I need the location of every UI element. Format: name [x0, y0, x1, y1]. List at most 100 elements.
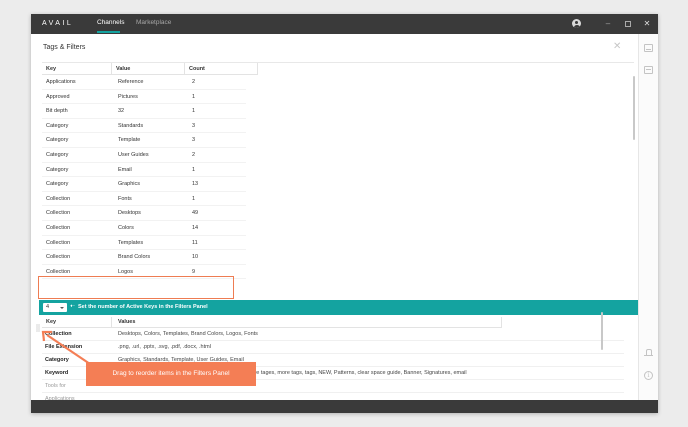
- column-header-values: Values: [112, 317, 502, 328]
- cell-key: Approved: [46, 93, 70, 100]
- cell-key: Collection: [46, 195, 71, 202]
- cell-value: Pictures: [118, 93, 138, 100]
- cell-key: Collection: [46, 254, 71, 261]
- app-logo: AVAIL: [42, 20, 74, 27]
- cell-count: 1: [192, 108, 196, 115]
- filter-key: Category: [45, 357, 69, 363]
- comments-icon[interactable]: [644, 66, 653, 74]
- cell-count: 1: [192, 166, 196, 173]
- active-tab-indicator: [97, 31, 120, 33]
- cell-count: 49: [192, 210, 199, 217]
- column-header-key[interactable]: Key: [42, 63, 112, 75]
- list-item[interactable]: Collection Desktops, Colors, Templates, B…: [42, 328, 624, 341]
- cell-value: 32: [118, 108, 125, 115]
- user-avatar-icon[interactable]: [572, 19, 581, 28]
- cell-value: Fonts: [118, 195, 132, 202]
- filter-key: Tools for: [45, 383, 66, 389]
- app-window: AVAIL Channels Marketplace – ✕ Tags & Fi…: [31, 14, 658, 413]
- cell-key: Bit depth: [46, 108, 68, 115]
- table-row[interactable]: Collection Fonts 1: [42, 192, 634, 207]
- cell-count: 3: [192, 137, 196, 144]
- drag-handle-icon[interactable]: [36, 324, 40, 332]
- table-row[interactable]: Collection Brand Colors 10: [42, 250, 634, 265]
- cell-key: Category: [46, 181, 69, 188]
- table-row[interactable]: Category Standards 3: [42, 119, 634, 134]
- cell-key: Category: [46, 166, 69, 173]
- filter-values: .png, .url, .pptx, .svg, .pdf, .docx, .h…: [118, 344, 211, 350]
- bottom-bar: [31, 400, 658, 413]
- active-keys-highlight: [38, 276, 234, 299]
- cell-count: 1: [192, 93, 196, 100]
- cell-count: 11: [192, 239, 198, 246]
- table-row[interactable]: Applications Reference 2: [42, 75, 634, 90]
- table-row[interactable]: Category Email 1: [42, 163, 634, 178]
- cell-value: Desktops: [118, 210, 141, 217]
- filter-key: Collection: [45, 331, 72, 337]
- table-row[interactable]: Category User Guides 2: [42, 148, 634, 163]
- cell-value: Colors: [118, 224, 134, 231]
- panel-close-icon[interactable]: ✕: [613, 42, 621, 52]
- drag-callout: Drag to reorder items in the Filters Pan…: [86, 362, 256, 386]
- cell-key: Category: [46, 122, 69, 129]
- filter-values: Desktops, Colors, Templates, Brand Color…: [118, 331, 258, 337]
- title-bar: AVAIL Channels Marketplace – ✕: [31, 14, 658, 34]
- tags-table-scrollbar[interactable]: [633, 76, 635, 140]
- column-header-count[interactable]: Count: [185, 63, 258, 75]
- active-keys-table-header: Key Values: [42, 317, 502, 328]
- table-row[interactable]: Approved Pictures 1: [42, 90, 634, 105]
- cell-key: Applications: [46, 79, 76, 85]
- cell-count: 2: [192, 151, 196, 158]
- active-keys-scrollbar[interactable]: [601, 312, 603, 350]
- active-keys-value: 4: [46, 304, 50, 310]
- tab-marketplace[interactable]: Marketplace: [136, 19, 171, 26]
- cell-count: 3: [192, 122, 196, 129]
- maximize-icon[interactable]: [623, 18, 633, 30]
- tags-table-body: Applications Reference 2 Approved Pictures 1 B…: [42, 75, 634, 279]
- table-row[interactable]: Collection Colors 14: [42, 221, 634, 236]
- cell-key: Category: [46, 151, 69, 158]
- arrow-left-icon: 🠠: [70, 304, 76, 310]
- stamp-icon[interactable]: [644, 349, 653, 357]
- active-keys-bar: 4 🠠 Set the number of Active Keys in the…: [39, 300, 638, 315]
- table-row[interactable]: Collection Templates 11: [42, 236, 634, 251]
- cell-key: Collection: [46, 210, 71, 217]
- cell-value: Reference: [118, 79, 144, 85]
- right-sidebar: i: [638, 34, 658, 400]
- table-row[interactable]: Collection Desktops 49: [42, 206, 634, 221]
- cell-value: Template: [118, 137, 141, 144]
- filter-key: File Extension: [45, 344, 83, 350]
- cell-count: 13: [192, 181, 199, 188]
- chevron-down-icon: [60, 306, 64, 309]
- preview-panel-icon[interactable]: [644, 44, 653, 52]
- cell-count: 14: [192, 224, 199, 231]
- tags-table-header: Key Value Count: [42, 63, 258, 75]
- cell-key: Category: [46, 137, 69, 144]
- table-row[interactable]: Bit depth 32 1: [42, 104, 634, 119]
- cell-value: User Guides: [118, 151, 149, 158]
- cell-value: Graphics: [118, 181, 141, 188]
- column-header-value[interactable]: Value: [112, 63, 185, 75]
- cell-key: Collection: [46, 239, 71, 246]
- cell-value: Templates: [118, 239, 144, 246]
- cell-count: 10: [192, 254, 199, 261]
- column-header-key: Key: [42, 317, 112, 328]
- table-row[interactable]: Category Template 3: [42, 133, 634, 148]
- active-keys-select[interactable]: 4: [43, 303, 67, 312]
- info-icon[interactable]: i: [644, 371, 653, 380]
- cell-count: 2: [192, 79, 196, 85]
- tab-channels[interactable]: Channels: [97, 19, 124, 26]
- cell-count: 1: [192, 195, 196, 202]
- minimize-icon[interactable]: –: [603, 18, 613, 30]
- panel-title: Tags & Filters: [43, 44, 86, 51]
- cell-value: Email: [118, 166, 132, 173]
- cell-value: Brand Colors: [118, 254, 151, 261]
- list-item[interactable]: File Extension .png, .url, .pptx, .svg, .…: [42, 341, 624, 354]
- table-row[interactable]: Category Graphics 13: [42, 177, 634, 192]
- active-keys-label: Set the number of Active Keys in the Fil…: [78, 304, 208, 310]
- cell-value: Standards: [118, 122, 144, 129]
- cell-key: Collection: [46, 224, 71, 231]
- window-close-icon[interactable]: ✕: [642, 18, 652, 30]
- filter-key: Keyword: [45, 370, 69, 376]
- tags-table: Key Value Count Applications Reference 2 Ap…: [42, 62, 634, 306]
- tags-filters-panel: Tags & Filters ✕ Key Value Count Applica…: [31, 34, 638, 413]
